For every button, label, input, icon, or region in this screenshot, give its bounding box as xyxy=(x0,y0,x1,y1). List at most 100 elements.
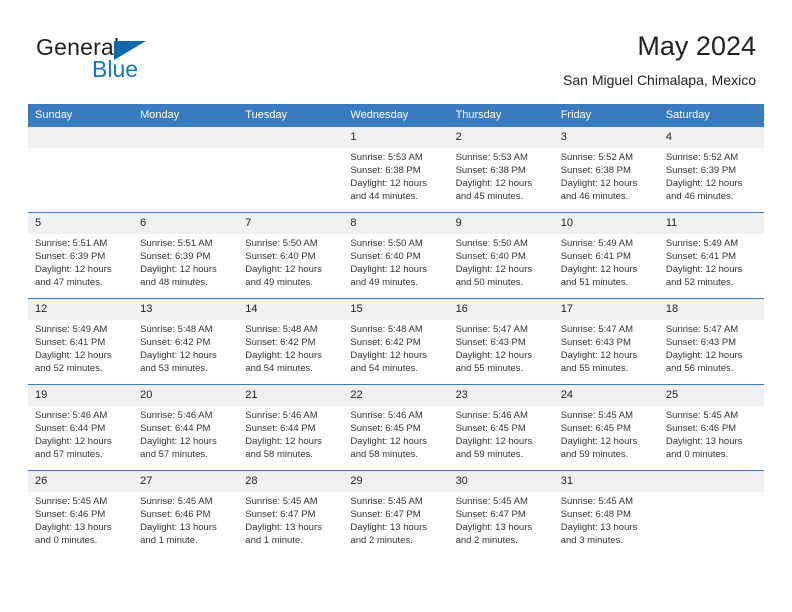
day-detail-line: Sunrise: 5:48 AM xyxy=(350,324,423,335)
day-number: 21 xyxy=(238,385,344,406)
day-number: 27 xyxy=(133,471,239,492)
day-detail-line: Sunrise: 5:53 AM xyxy=(455,152,528,163)
day-detail-line: and 46 minutes. xyxy=(560,191,629,202)
day-number: 2 xyxy=(448,127,554,148)
calendar-day-cell[interactable]: 30 Sunrise: 5:45 AM Sunset: 6:47 PM Dayligh… xyxy=(448,470,554,556)
day-number xyxy=(238,127,344,148)
day-detail-line: Daylight: 12 hours xyxy=(35,350,112,361)
calendar-day-cell[interactable]: 23 Sunrise: 5:46 AM Sunset: 6:45 PM Dayligh… xyxy=(448,384,554,471)
calendar-day-cell[interactable]: 19 Sunrise: 5:46 AM Sunset: 6:44 PM Dayligh… xyxy=(28,384,134,471)
day-detail-line: Sunrise: 5:47 AM xyxy=(665,324,739,335)
day-detail-line: Sunrise: 5:45 AM xyxy=(560,496,634,507)
day-detail-line: Daylight: 13 hours xyxy=(350,522,427,533)
day-detail-line: Sunset: 6:45 PM xyxy=(350,423,421,434)
calendar-day-cell[interactable]: 2 Sunrise: 5:53 AM Sunset: 6:38 PM Daylight… xyxy=(448,126,554,213)
day-detail-line: Sunrise: 5:45 AM xyxy=(245,496,318,507)
day-details: Sunrise: 5:45 AM Sunset: 6:46 PM Daylight:… xyxy=(28,492,133,547)
day-detail-line: Sunrise: 5:45 AM xyxy=(455,496,528,507)
day-detail-line: and 56 minutes. xyxy=(665,363,734,374)
day-detail-line: Sunset: 6:39 PM xyxy=(35,251,106,262)
calendar-day-cell[interactable]: 1 Sunrise: 5:53 AM Sunset: 6:38 PM Daylight… xyxy=(343,126,449,213)
day-detail-line: Daylight: 12 hours xyxy=(350,264,427,275)
calendar-day-cell[interactable]: 27 Sunrise: 5:45 AM Sunset: 6:46 PM Dayligh… xyxy=(133,470,239,556)
calendar-day-cell[interactable]: 6 Sunrise: 5:51 AM Sunset: 6:39 PM Daylight… xyxy=(133,212,239,299)
weekday-header-row: Sunday Monday Tuesday Wednesday Thursday… xyxy=(28,104,764,127)
day-detail-line: Daylight: 12 hours xyxy=(140,264,217,275)
day-number: 10 xyxy=(553,213,659,234)
day-details: Sunrise: 5:53 AM Sunset: 6:38 PM Daylight:… xyxy=(449,148,554,203)
day-detail-line: and 1 minute. xyxy=(140,535,198,546)
day-detail-line: and 46 minutes. xyxy=(665,191,734,202)
day-detail-line: Daylight: 12 hours xyxy=(560,178,638,189)
calendar-day-cell[interactable]: 21 Sunrise: 5:46 AM Sunset: 6:44 PM Dayligh… xyxy=(238,384,344,471)
day-detail-line: and 49 minutes. xyxy=(350,277,419,288)
calendar-day-cell[interactable]: 26 Sunrise: 5:45 AM Sunset: 6:46 PM Dayligh… xyxy=(28,470,134,556)
calendar-day-cell[interactable]: 11 Sunrise: 5:49 AM Sunset: 6:41 PM Dayligh… xyxy=(658,212,764,299)
day-detail-line: Daylight: 13 hours xyxy=(560,522,638,533)
day-detail-line: Sunset: 6:39 PM xyxy=(665,165,737,176)
day-number: 4 xyxy=(658,127,764,148)
calendar-day-cell[interactable]: 3 Sunrise: 5:52 AM Sunset: 6:38 PM Daylight… xyxy=(553,126,659,213)
calendar-day-cell[interactable]: 5 Sunrise: 5:51 AM Sunset: 6:39 PM Daylight… xyxy=(28,212,134,299)
day-detail-line: Sunrise: 5:48 AM xyxy=(245,324,318,335)
day-detail-line: and 2 minutes. xyxy=(455,535,518,546)
day-number: 6 xyxy=(133,213,239,234)
day-details: Sunrise: 5:48 AM Sunset: 6:42 PM Daylight:… xyxy=(343,320,448,375)
day-detail-line: Sunset: 6:45 PM xyxy=(560,423,631,434)
calendar-day-cell[interactable]: 13 Sunrise: 5:48 AM Sunset: 6:42 PM Dayligh… xyxy=(133,298,239,385)
weekday-header-tuesday: Tuesday xyxy=(238,104,344,127)
day-number: 30 xyxy=(448,471,554,492)
day-detail-line: and 1 minute. xyxy=(245,535,303,546)
calendar-day-cell[interactable]: 29 Sunrise: 5:45 AM Sunset: 6:47 PM Dayligh… xyxy=(343,470,449,556)
calendar-day-cell[interactable]: 4 Sunrise: 5:52 AM Sunset: 6:39 PM Daylight… xyxy=(658,126,764,213)
day-detail-line: and 52 minutes. xyxy=(665,277,734,288)
day-number: 22 xyxy=(343,385,449,406)
calendar-day-cell[interactable]: 31 Sunrise: 5:45 AM Sunset: 6:48 PM Dayligh… xyxy=(553,470,659,556)
day-number: 11 xyxy=(658,213,764,234)
day-detail-line: Sunset: 6:47 PM xyxy=(350,509,421,520)
calendar-day-cell[interactable]: 12 Sunrise: 5:49 AM Sunset: 6:41 PM Dayligh… xyxy=(28,298,134,385)
day-detail-line: and 57 minutes. xyxy=(140,449,208,460)
calendar-week-row: 5 Sunrise: 5:51 AM Sunset: 6:39 PM Daylight… xyxy=(28,212,764,299)
day-details: Sunrise: 5:45 AM Sunset: 6:47 PM Daylight:… xyxy=(343,492,448,547)
day-number: 1 xyxy=(343,127,449,148)
day-detail-line: Sunset: 6:38 PM xyxy=(350,165,421,176)
day-detail-line: Sunset: 6:40 PM xyxy=(245,251,316,262)
calendar-day-cell[interactable]: 14 Sunrise: 5:48 AM Sunset: 6:42 PM Dayligh… xyxy=(238,298,344,385)
calendar-day-cell[interactable]: 22 Sunrise: 5:46 AM Sunset: 6:45 PM Dayligh… xyxy=(343,384,449,471)
day-detail-line: and 51 minutes. xyxy=(560,277,629,288)
day-detail-line: Sunrise: 5:47 AM xyxy=(560,324,634,335)
day-details: Sunrise: 5:52 AM Sunset: 6:38 PM Daylight:… xyxy=(554,148,659,203)
day-detail-line: and 53 minutes. xyxy=(140,363,208,374)
calendar-day-cell[interactable]: 24 Sunrise: 5:45 AM Sunset: 6:45 PM Dayligh… xyxy=(553,384,659,471)
calendar-day-cell[interactable]: 7 Sunrise: 5:50 AM Sunset: 6:40 PM Daylight… xyxy=(238,212,344,299)
calendar-day-cell[interactable]: 18 Sunrise: 5:47 AM Sunset: 6:43 PM Dayligh… xyxy=(658,298,764,385)
day-detail-line: Sunrise: 5:49 AM xyxy=(560,238,634,249)
day-detail-line: Sunrise: 5:49 AM xyxy=(35,324,108,335)
day-detail-line: and 57 minutes. xyxy=(35,449,103,460)
calendar-grid: Sunday Monday Tuesday Wednesday Thursday… xyxy=(28,104,764,556)
calendar-day-cell[interactable]: 20 Sunrise: 5:46 AM Sunset: 6:44 PM Dayligh… xyxy=(133,384,239,471)
calendar-day-cell[interactable]: 25 Sunrise: 5:45 AM Sunset: 6:46 PM Dayligh… xyxy=(658,384,764,471)
general-blue-logo[interactable]: General Blue xyxy=(36,36,256,86)
calendar-day-cell[interactable]: 15 Sunrise: 5:48 AM Sunset: 6:42 PM Dayligh… xyxy=(343,298,449,385)
day-number: 31 xyxy=(553,471,659,492)
day-number: 3 xyxy=(553,127,659,148)
day-detail-line: Daylight: 13 hours xyxy=(455,522,533,533)
calendar-day-cell[interactable]: 8 Sunrise: 5:50 AM Sunset: 6:40 PM Daylight… xyxy=(343,212,449,299)
calendar-day-cell[interactable]: 28 Sunrise: 5:45 AM Sunset: 6:47 PM Dayligh… xyxy=(238,470,344,556)
day-detail-line: Sunset: 6:47 PM xyxy=(455,509,526,520)
day-details: Sunrise: 5:50 AM Sunset: 6:40 PM Daylight:… xyxy=(238,234,343,289)
calendar-day-cell[interactable]: 17 Sunrise: 5:47 AM Sunset: 6:43 PM Dayligh… xyxy=(553,298,659,385)
calendar-day-cell[interactable]: 10 Sunrise: 5:49 AM Sunset: 6:41 PM Dayligh… xyxy=(553,212,659,299)
day-detail-line: Daylight: 12 hours xyxy=(665,178,743,189)
day-detail-line: Sunrise: 5:50 AM xyxy=(245,238,318,249)
day-details: Sunrise: 5:45 AM Sunset: 6:46 PM Daylight:… xyxy=(133,492,238,547)
calendar-day-cell[interactable]: 16 Sunrise: 5:47 AM Sunset: 6:43 PM Dayligh… xyxy=(448,298,554,385)
day-details: Sunrise: 5:52 AM Sunset: 6:39 PM Daylight:… xyxy=(659,148,764,203)
day-details: Sunrise: 5:47 AM Sunset: 6:43 PM Daylight:… xyxy=(449,320,554,375)
calendar-day-cell[interactable]: 9 Sunrise: 5:50 AM Sunset: 6:40 PM Daylight… xyxy=(448,212,554,299)
day-detail-line: Sunrise: 5:45 AM xyxy=(350,496,423,507)
day-detail-line: Sunrise: 5:52 AM xyxy=(560,152,634,163)
day-detail-line: Daylight: 12 hours xyxy=(455,436,533,447)
